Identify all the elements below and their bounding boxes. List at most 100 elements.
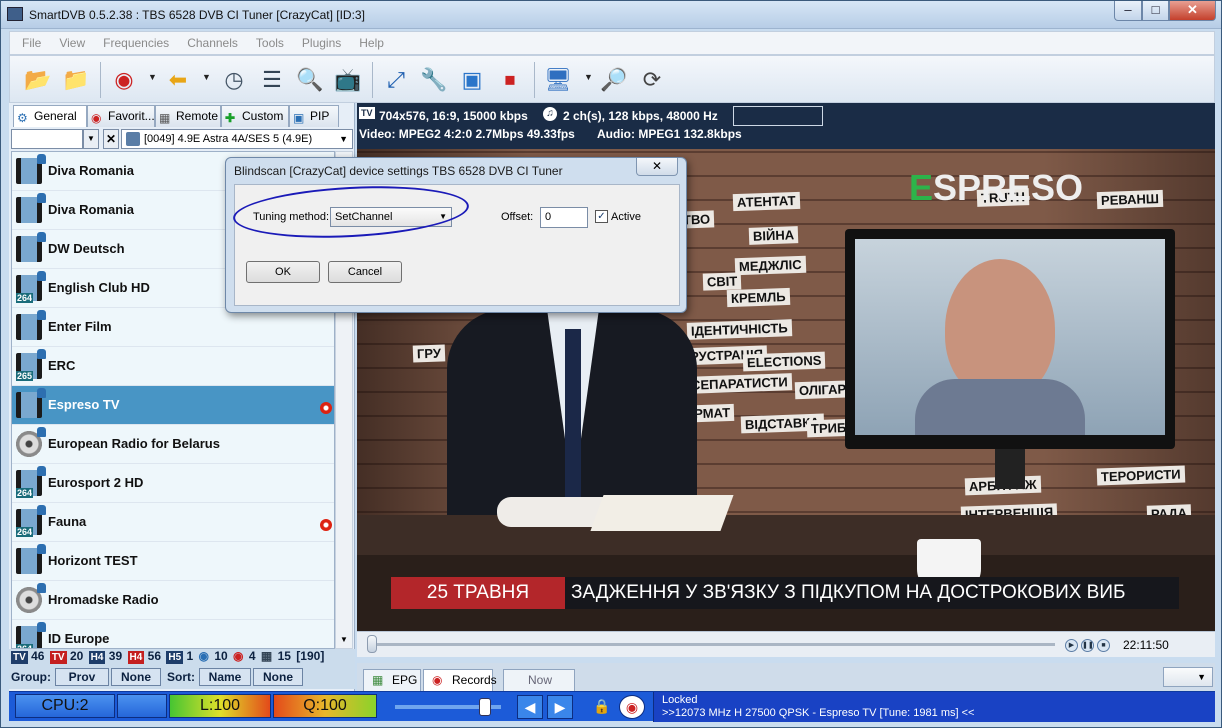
lock-icon <box>37 466 46 476</box>
tv-channel-icon <box>16 193 46 223</box>
radio-channel-icon <box>16 427 46 457</box>
channel-tabs: ⚙ General ◉ Favorit... ▦ Remote ✚ Custom ▣ PI… <box>11 105 355 127</box>
seek-bar: ▶ ❚❚ ■ 22:11:50 <box>357 631 1215 657</box>
ok-button[interactable]: OK <box>246 261 320 283</box>
channel-item[interactable]: Espreso TV <box>12 386 334 425</box>
channel-item[interactable]: 265 ERC <box>12 347 334 386</box>
fullscreen-icon[interactable]: ⤢ <box>380 64 412 96</box>
maximize-button[interactable]: □ <box>1142 1 1169 21</box>
sort-none-button[interactable]: None <box>253 668 303 686</box>
lock-icon <box>37 310 46 320</box>
tab-remote[interactable]: ▦ Remote <box>155 105 221 127</box>
channel-item[interactable]: 264 ID Europe <box>12 620 334 648</box>
next-channel-icon[interactable]: ▶ <box>547 695 573 719</box>
volume-thumb[interactable] <box>479 698 491 716</box>
record-dropdown-icon[interactable]: ▼ <box>148 72 157 82</box>
seek-thumb[interactable] <box>367 635 377 653</box>
menu-file[interactable]: File <box>10 32 47 50</box>
lock-icon <box>37 271 46 281</box>
menu-frequencies[interactable]: Frequencies <box>91 32 175 50</box>
menu-channels[interactable]: Channels <box>175 32 244 50</box>
channel-item[interactable]: Enter Film <box>12 308 334 347</box>
group-prov-button[interactable]: Prov <box>55 668 109 686</box>
prev-channel-icon[interactable]: ◀ <box>517 695 543 719</box>
tab-custom[interactable]: ✚ Custom <box>221 105 289 127</box>
stop-icon[interactable]: ■ <box>1097 639 1110 652</box>
sort-name-button[interactable]: Name <box>199 668 251 686</box>
channel-name: DW Deutsch <box>48 241 125 256</box>
channel-item[interactable]: Hromadske Radio <box>12 581 334 620</box>
channel-name: Fauna <box>48 514 87 529</box>
list-icon[interactable]: ☰ <box>256 64 288 96</box>
close-button[interactable]: ✕ <box>1169 1 1216 21</box>
menu-view[interactable]: View <box>47 32 91 50</box>
menu-plugins[interactable]: Plugins <box>290 32 347 50</box>
back-arrow-icon[interactable]: ⬅ <box>162 64 194 96</box>
record-screen-icon[interactable]: ⏹ <box>494 64 526 96</box>
h265-icon: H5 <box>166 651 184 664</box>
tab-records[interactable]: ◉ Records <box>423 669 497 691</box>
notebook <box>590 495 734 531</box>
minimize-button[interactable]: – <box>1114 1 1142 21</box>
group-none-button[interactable]: None <box>111 668 161 686</box>
tv-channel-icon: 265 <box>16 349 46 381</box>
channel-item[interactable]: European Radio for Belarus <box>12 425 334 464</box>
back-dropdown-icon[interactable]: ▼ <box>202 72 211 82</box>
epg-dropdown[interactable]: ▼ <box>1163 667 1213 687</box>
monitor-dropdown-icon[interactable]: ▼ <box>584 72 593 82</box>
lock-icon <box>37 427 46 437</box>
open-folder-icon[interactable]: 📂 <box>22 64 54 96</box>
offset-input[interactable]: 0 <box>540 207 588 228</box>
scheduler-clock-icon[interactable]: ◷ <box>218 64 250 96</box>
channel-item[interactable]: 264 Eurosport 2 HD <box>12 464 334 503</box>
data-icon: ▦ <box>260 649 273 663</box>
monitor-icon[interactable]: 🖥 <box>542 64 574 96</box>
status-bar: CPU:2 L:100 Q:100 ◀ ▶ 🔒 ◉ Locked >>12073… <box>9 691 1215 722</box>
toolbar-separator <box>100 62 101 98</box>
scroll-down-icon[interactable]: ▼ <box>336 632 352 648</box>
satellite-select[interactable]: [0049] 4.9E Astra 4A/SES 5 (4.9E) ▼ <box>121 129 353 149</box>
lock-icon <box>37 544 46 554</box>
desk-top <box>357 515 1215 555</box>
tab-epg[interactable]: ▦ EPG <box>363 669 421 691</box>
h265-count: 1 <box>186 649 194 663</box>
seek-track[interactable] <box>367 643 1055 646</box>
cancel-button[interactable]: Cancel <box>328 261 402 283</box>
tab-pip[interactable]: ▣ PIP <box>289 105 339 127</box>
pause-icon[interactable]: ❚❚ <box>1081 639 1094 652</box>
filter-dropdown-button[interactable]: ▼ <box>83 129 99 149</box>
h264-count: 39 <box>108 649 123 663</box>
play-icon[interactable]: ▶ <box>1065 639 1078 652</box>
record-icon[interactable]: ◉ <box>108 64 140 96</box>
lock-icon <box>37 232 46 242</box>
dialog-close-button[interactable]: ✕ <box>636 158 678 176</box>
channel-item[interactable]: 264 Fauna <box>12 503 334 542</box>
now-button[interactable]: Now <box>503 669 575 691</box>
refresh-icon[interactable]: ⟳ <box>636 64 668 96</box>
channel-item[interactable]: Horizont TEST <box>12 542 334 581</box>
lock-icon[interactable]: 🔒 <box>589 695 615 719</box>
lock-icon <box>37 388 46 398</box>
wall-word: ІДЕНТИЧНІСТЬ <box>686 319 792 340</box>
channel-filter-input[interactable] <box>11 129 83 149</box>
wall-word: ВІЙНА <box>748 226 799 245</box>
window-icon[interactable]: ▣ <box>456 64 488 96</box>
menu-tools[interactable]: Tools <box>244 32 290 50</box>
tab-favorites[interactable]: ◉ Favorit... <box>87 105 155 127</box>
tune-info: >>12073 MHz H 27500 QPSK - Espreso TV [T… <box>662 707 975 719</box>
clear-filter-button[interactable]: ✕ <box>103 129 119 149</box>
radio-channel-icon <box>16 583 46 613</box>
record-button[interactable]: ◉ <box>619 695 645 719</box>
toolbar-separator <box>372 62 373 98</box>
tv-monitor-icon[interactable]: 📺 <box>332 64 364 96</box>
volume-slider[interactable] <box>395 698 501 716</box>
scan-icon[interactable]: 🔍 <box>294 64 326 96</box>
tools-icon[interactable]: 🔧 <box>418 64 450 96</box>
audio-codec-info: Audio: MPEG1 132.8kbps <box>597 127 742 141</box>
active-checkbox[interactable]: ✓ <box>595 210 608 223</box>
app-icon <box>7 7 23 21</box>
search-icon[interactable]: 🔎 <box>598 64 630 96</box>
menu-help[interactable]: Help <box>347 32 390 50</box>
tab-general[interactable]: ⚙ General <box>13 105 87 127</box>
close-folder-icon[interactable]: 📁 <box>60 64 92 96</box>
